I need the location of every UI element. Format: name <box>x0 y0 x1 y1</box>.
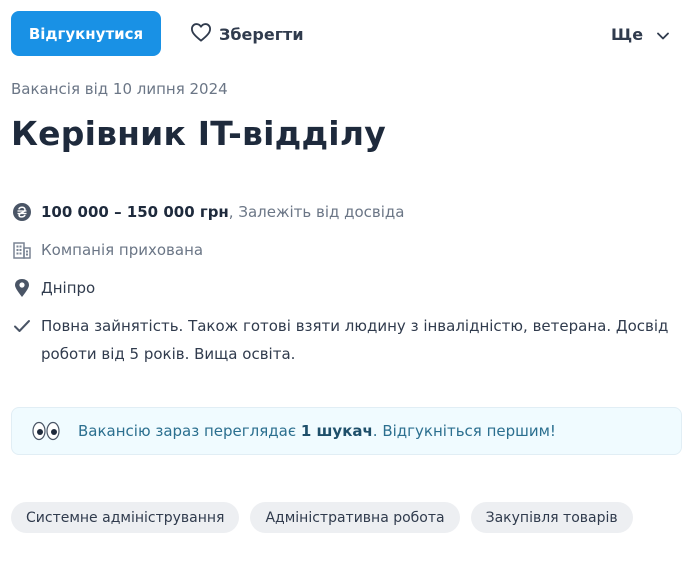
heart-icon <box>190 22 212 46</box>
salary-amount: 100 000 – 150 000 грн <box>41 203 229 221</box>
salary-row: 100 000 – 150 000 грн, Залежіть від досв… <box>11 198 405 226</box>
tag-system-administration[interactable]: Системне адміністрування <box>11 502 240 533</box>
save-button[interactable]: Зберегти <box>190 18 304 50</box>
viewers-banner: Вакансію зараз переглядає 1 шукач. Відгу… <box>11 407 682 455</box>
details-row: Повна зайнятість. Також готові взяти люд… <box>11 312 691 368</box>
banner-suffix: . Відгукніться першим! <box>372 422 556 440</box>
building-icon <box>11 236 33 264</box>
more-button[interactable]: Ще <box>611 18 669 50</box>
more-label: Ще <box>611 24 644 44</box>
page-title: Керівник IT-відділу <box>11 114 386 153</box>
posted-date: Вакансія від 10 липня 2024 <box>11 80 228 98</box>
chevron-down-icon <box>657 25 669 44</box>
tag-administrative-work[interactable]: Адміністративна робота <box>250 502 460 533</box>
apply-button[interactable]: Відгукнутися <box>11 11 161 56</box>
company-row: Компанія прихована <box>11 236 203 264</box>
vacancy-page: Відгукнутися Зберегти Ще Вакансія від 10… <box>0 0 700 561</box>
tag-list: Системне адміністрування Адміністративна… <box>11 502 633 533</box>
salary-note: , Залежіть від досвіда <box>228 203 405 221</box>
banner-highlight: 1 шукач <box>300 422 373 440</box>
details-text: Повна зайнятість. Також готові взяти люд… <box>41 317 669 363</box>
city-name: Дніпро <box>41 279 96 297</box>
banner-prefix: Вакансію зараз переглядає <box>78 422 301 440</box>
company-name: Компанія прихована <box>41 241 204 259</box>
location-pin-icon <box>11 274 33 302</box>
checkmark-icon <box>11 312 33 340</box>
hryvnia-coin-icon <box>11 198 33 226</box>
tag-procurement[interactable]: Закупівля товарів <box>470 502 633 533</box>
eyes-icon <box>32 421 60 441</box>
city-row: Дніпро <box>11 274 95 302</box>
save-label: Зберегти <box>219 24 304 44</box>
